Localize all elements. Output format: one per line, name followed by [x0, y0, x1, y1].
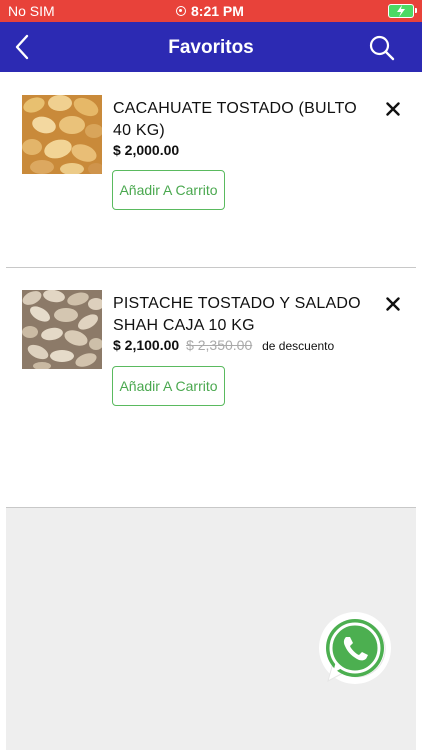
whatsapp-icon: [319, 612, 391, 684]
price-line: $ 2,000.00: [113, 142, 179, 158]
discount-label: de descuento: [262, 339, 335, 353]
divider: [6, 267, 416, 268]
carrier-label: No SIM: [8, 3, 55, 19]
whatsapp-button[interactable]: [316, 611, 392, 687]
search-icon[interactable]: [368, 34, 396, 62]
battery-icon: [388, 4, 417, 18]
close-icon[interactable]: [386, 102, 400, 116]
product-name[interactable]: PISTACHE TOSTADO Y SALADO SHAH CAJA 10 K…: [113, 293, 363, 337]
product-image[interactable]: [22, 289, 104, 370]
close-icon[interactable]: [386, 297, 400, 311]
product-price: $ 2,000.00: [113, 142, 180, 158]
product-image[interactable]: [22, 95, 104, 175]
original-price: $ 2,350.00: [186, 337, 253, 353]
price-line: $ 2,100.00 $ 2,350.00 de descuento: [113, 337, 334, 353]
page-title: Favoritos: [168, 37, 254, 58]
add-to-cart-button[interactable]: Añadir A Carrito: [112, 170, 225, 210]
product-name[interactable]: CACAHUATE TOSTADO (BULTO 40 KG): [113, 98, 363, 142]
status-bar: No SIM 8:21 PM: [0, 0, 422, 22]
time-label: 8:21 PM: [191, 3, 244, 19]
add-to-cart-button[interactable]: Añadir A Carrito: [112, 366, 225, 406]
nav-bar: Favoritos: [0, 22, 422, 72]
product-price: $ 2,100.00: [113, 337, 180, 353]
screen-record-icon: [176, 6, 186, 16]
clock: 8:21 PM: [176, 3, 244, 19]
